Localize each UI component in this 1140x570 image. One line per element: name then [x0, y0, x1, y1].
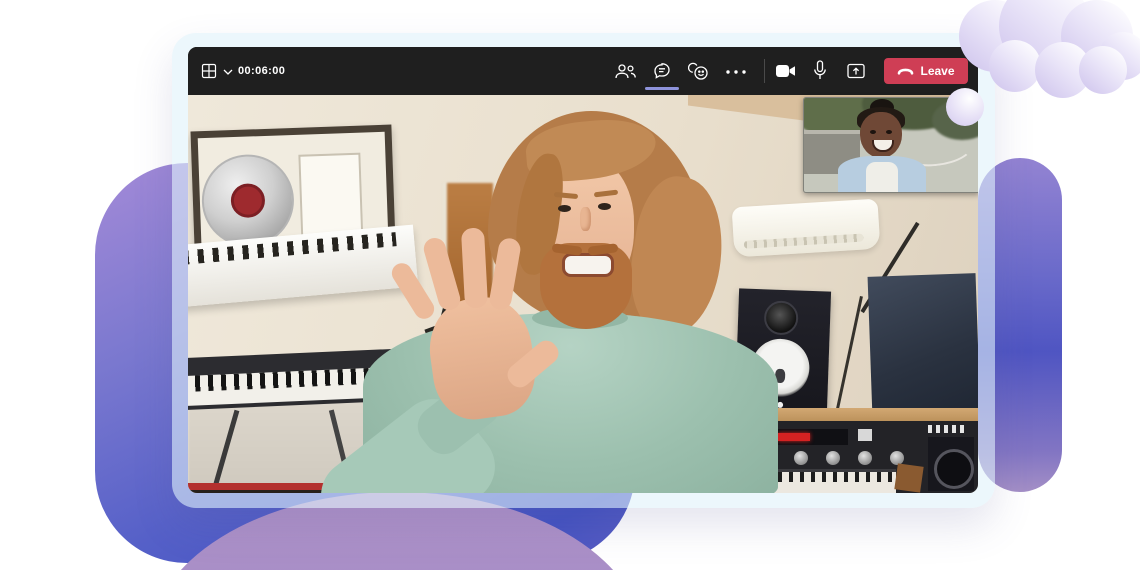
- finger: [461, 227, 488, 308]
- speaker-tweeter: [764, 300, 799, 335]
- reactions-icon: [688, 62, 710, 81]
- jog-wheel: [934, 449, 974, 489]
- page: 00:06:00: [0, 0, 1140, 570]
- rack-label: [858, 429, 872, 441]
- reactions-button[interactable]: [687, 61, 711, 81]
- participants-button[interactable]: [613, 62, 637, 80]
- man-eye: [598, 203, 611, 210]
- man-smile: [562, 253, 614, 277]
- mixer-knob: [826, 451, 840, 465]
- air-conditioner: [732, 199, 881, 258]
- share-screen-icon: [846, 62, 866, 80]
- turntable-unit: [928, 437, 974, 491]
- participants-icon: [614, 63, 636, 80]
- meeting-timer: 00:06:00: [238, 65, 285, 77]
- share-screen-button[interactable]: [845, 61, 866, 80]
- chat-button[interactable]: [651, 61, 673, 81]
- rack-display: [770, 429, 848, 445]
- mixer-knob: [858, 451, 872, 465]
- gallery-layout-icon: [201, 63, 217, 79]
- toolbar-divider: [764, 59, 765, 83]
- hang-up-icon: [897, 67, 914, 75]
- mixer-knob: [794, 451, 808, 465]
- rack-connectors: [928, 425, 968, 433]
- more-options-button[interactable]: [725, 69, 747, 74]
- camera-icon: [775, 63, 797, 79]
- camera-button[interactable]: [774, 63, 797, 79]
- mic-stand: [836, 296, 863, 409]
- more-options-icon: [726, 70, 746, 74]
- meeting-window: 00:06:00: [188, 47, 978, 493]
- man-nose: [580, 207, 591, 231]
- woman-eye: [870, 130, 876, 134]
- chat-icon: [652, 61, 672, 81]
- layout-menu-button[interactable]: [222, 68, 234, 76]
- microphone-button[interactable]: [812, 60, 827, 81]
- rack-led-digits: [778, 433, 810, 441]
- chat-active-underline: [645, 87, 679, 90]
- man-eye: [558, 205, 571, 212]
- chevron-down-icon: [223, 69, 233, 75]
- woman-eye: [886, 130, 892, 134]
- ac-vent: [744, 234, 864, 249]
- gallery-layout-button[interactable]: [200, 63, 218, 79]
- meeting-toolbar: 00:06:00: [188, 47, 978, 95]
- studio-monitor-screen: [868, 273, 978, 419]
- decor-sphere: [946, 88, 984, 126]
- woman-shirt: [866, 162, 898, 192]
- microphone-icon: [813, 60, 827, 81]
- synth-wood-panel: [894, 463, 923, 492]
